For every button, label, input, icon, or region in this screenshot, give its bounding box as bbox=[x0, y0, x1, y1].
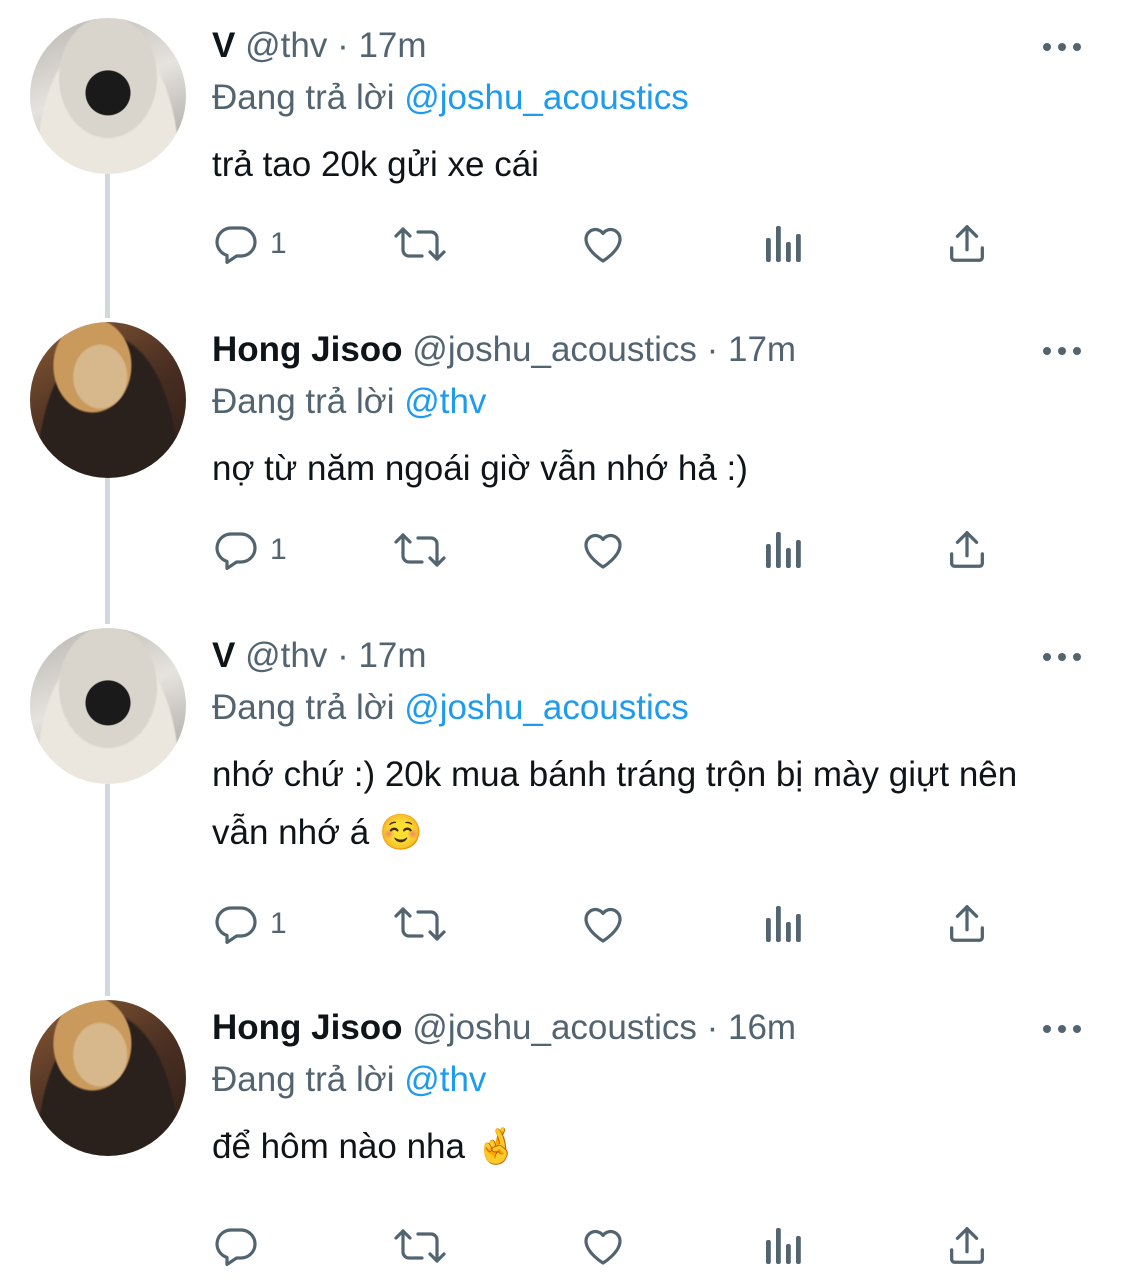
retweet-button[interactable] bbox=[390, 896, 450, 952]
tweet[interactable]: V @thv · 17m Đang trả lời @joshu_acousti… bbox=[0, 18, 1125, 308]
handle[interactable]: @thv bbox=[245, 636, 327, 675]
tweet[interactable]: V @thv · 17m Đang trả lời @joshu_acousti… bbox=[0, 628, 1125, 978]
share-icon bbox=[944, 220, 990, 268]
more-options-icon[interactable] bbox=[1042, 1022, 1082, 1034]
timestamp[interactable]: · 17m bbox=[707, 330, 796, 369]
tweet-text: nợ từ năm ngoái giờ vẫn nhớ hả :) bbox=[212, 449, 748, 488]
views-button[interactable] bbox=[762, 896, 806, 952]
share-button[interactable] bbox=[944, 522, 990, 578]
share-button[interactable] bbox=[944, 1218, 990, 1274]
heart-icon bbox=[578, 1222, 628, 1270]
views-button[interactable] bbox=[762, 216, 806, 272]
mention-link[interactable]: @thv bbox=[404, 382, 486, 421]
display-name[interactable]: V bbox=[212, 26, 235, 65]
action-bar: 1 bbox=[0, 522, 1125, 582]
reply-context: Đang trả lời @joshu_acoustics bbox=[212, 78, 689, 118]
retweet-icon bbox=[390, 526, 450, 574]
mention-link[interactable]: @joshu_acoustics bbox=[404, 688, 689, 727]
reply-icon bbox=[212, 1222, 260, 1270]
reply-button[interactable]: 1 bbox=[212, 216, 287, 272]
share-icon bbox=[944, 900, 990, 948]
reply-context: Đang trả lời @thv bbox=[212, 382, 486, 422]
reply-count: 1 bbox=[270, 533, 287, 566]
tweet-text: trả tao 20k gửi xe cái bbox=[212, 145, 539, 184]
reply-icon bbox=[212, 220, 260, 268]
retweet-icon bbox=[390, 1222, 450, 1270]
like-button[interactable] bbox=[578, 522, 628, 578]
tweet-text: để hôm nào nha 🤞 bbox=[212, 1127, 519, 1166]
handle[interactable]: @thv bbox=[245, 26, 327, 65]
reply-context: Đang trả lời @thv bbox=[212, 1060, 486, 1100]
reply-prefix: Đang trả lời bbox=[212, 688, 395, 727]
reply-button[interactable]: 1 bbox=[212, 522, 287, 578]
heart-icon bbox=[578, 900, 628, 948]
avatar[interactable] bbox=[30, 628, 186, 784]
share-icon bbox=[944, 1222, 990, 1270]
action-bar: 1 bbox=[0, 896, 1125, 956]
views-button[interactable] bbox=[762, 1218, 806, 1274]
like-button[interactable] bbox=[578, 216, 628, 272]
heart-icon bbox=[578, 526, 628, 574]
heart-icon bbox=[578, 220, 628, 268]
action-bar bbox=[0, 1218, 1125, 1278]
more-options-icon[interactable] bbox=[1042, 344, 1082, 356]
reply-button[interactable] bbox=[212, 1218, 270, 1274]
analytics-icon bbox=[762, 900, 806, 948]
avatar[interactable] bbox=[30, 1000, 186, 1156]
display-name[interactable]: V bbox=[212, 636, 235, 675]
like-button[interactable] bbox=[578, 1218, 628, 1274]
tweet-header: Hong Jisoo @joshu_acoustics · 16m bbox=[212, 1008, 796, 1048]
more-options-icon[interactable] bbox=[1042, 650, 1082, 662]
like-button[interactable] bbox=[578, 896, 628, 952]
retweet-icon bbox=[390, 900, 450, 948]
retweet-button[interactable] bbox=[390, 216, 450, 272]
analytics-icon bbox=[762, 220, 806, 268]
timestamp[interactable]: · 17m bbox=[337, 636, 426, 675]
tweet-text: nhớ chứ :) 20k mua bánh tráng trộn bị mà… bbox=[212, 755, 1018, 852]
reply-count: 1 bbox=[270, 227, 287, 260]
mention-link[interactable]: @thv bbox=[404, 1060, 486, 1099]
reply-icon bbox=[212, 900, 260, 948]
share-button[interactable] bbox=[944, 896, 990, 952]
action-bar: 1 bbox=[0, 216, 1125, 276]
retweet-button[interactable] bbox=[390, 1218, 450, 1274]
analytics-icon bbox=[762, 1222, 806, 1270]
tweet-header: V @thv · 17m bbox=[212, 26, 427, 66]
timestamp[interactable]: · 17m bbox=[337, 26, 426, 65]
views-button[interactable] bbox=[762, 522, 806, 578]
avatar[interactable] bbox=[30, 18, 186, 174]
reply-icon bbox=[212, 526, 260, 574]
display-name[interactable]: Hong Jisoo bbox=[212, 1008, 403, 1047]
display-name[interactable]: Hong Jisoo bbox=[212, 330, 403, 369]
reply-button[interactable]: 1 bbox=[212, 896, 287, 952]
tweet[interactable]: Hong Jisoo @joshu_acoustics · 17m Đang t… bbox=[0, 322, 1125, 612]
tweet[interactable]: Hong Jisoo @joshu_acoustics · 16m Đang t… bbox=[0, 1000, 1125, 1285]
mention-link[interactable]: @joshu_acoustics bbox=[404, 78, 689, 117]
share-icon bbox=[944, 526, 990, 574]
retweet-icon bbox=[390, 220, 450, 268]
reply-count: 1 bbox=[270, 907, 287, 940]
more-options-icon[interactable] bbox=[1042, 40, 1082, 52]
tweet-header: Hong Jisoo @joshu_acoustics · 17m bbox=[212, 330, 796, 370]
reply-prefix: Đang trả lời bbox=[212, 78, 395, 117]
handle[interactable]: @joshu_acoustics bbox=[412, 330, 697, 369]
avatar[interactable] bbox=[30, 322, 186, 478]
timestamp[interactable]: · 16m bbox=[707, 1008, 796, 1047]
retweet-button[interactable] bbox=[390, 522, 450, 578]
reply-prefix: Đang trả lời bbox=[212, 382, 395, 421]
analytics-icon bbox=[762, 526, 806, 574]
reply-context: Đang trả lời @joshu_acoustics bbox=[212, 688, 689, 728]
handle[interactable]: @joshu_acoustics bbox=[412, 1008, 697, 1047]
tweet-header: V @thv · 17m bbox=[212, 636, 427, 676]
share-button[interactable] bbox=[944, 216, 990, 272]
reply-prefix: Đang trả lời bbox=[212, 1060, 395, 1099]
